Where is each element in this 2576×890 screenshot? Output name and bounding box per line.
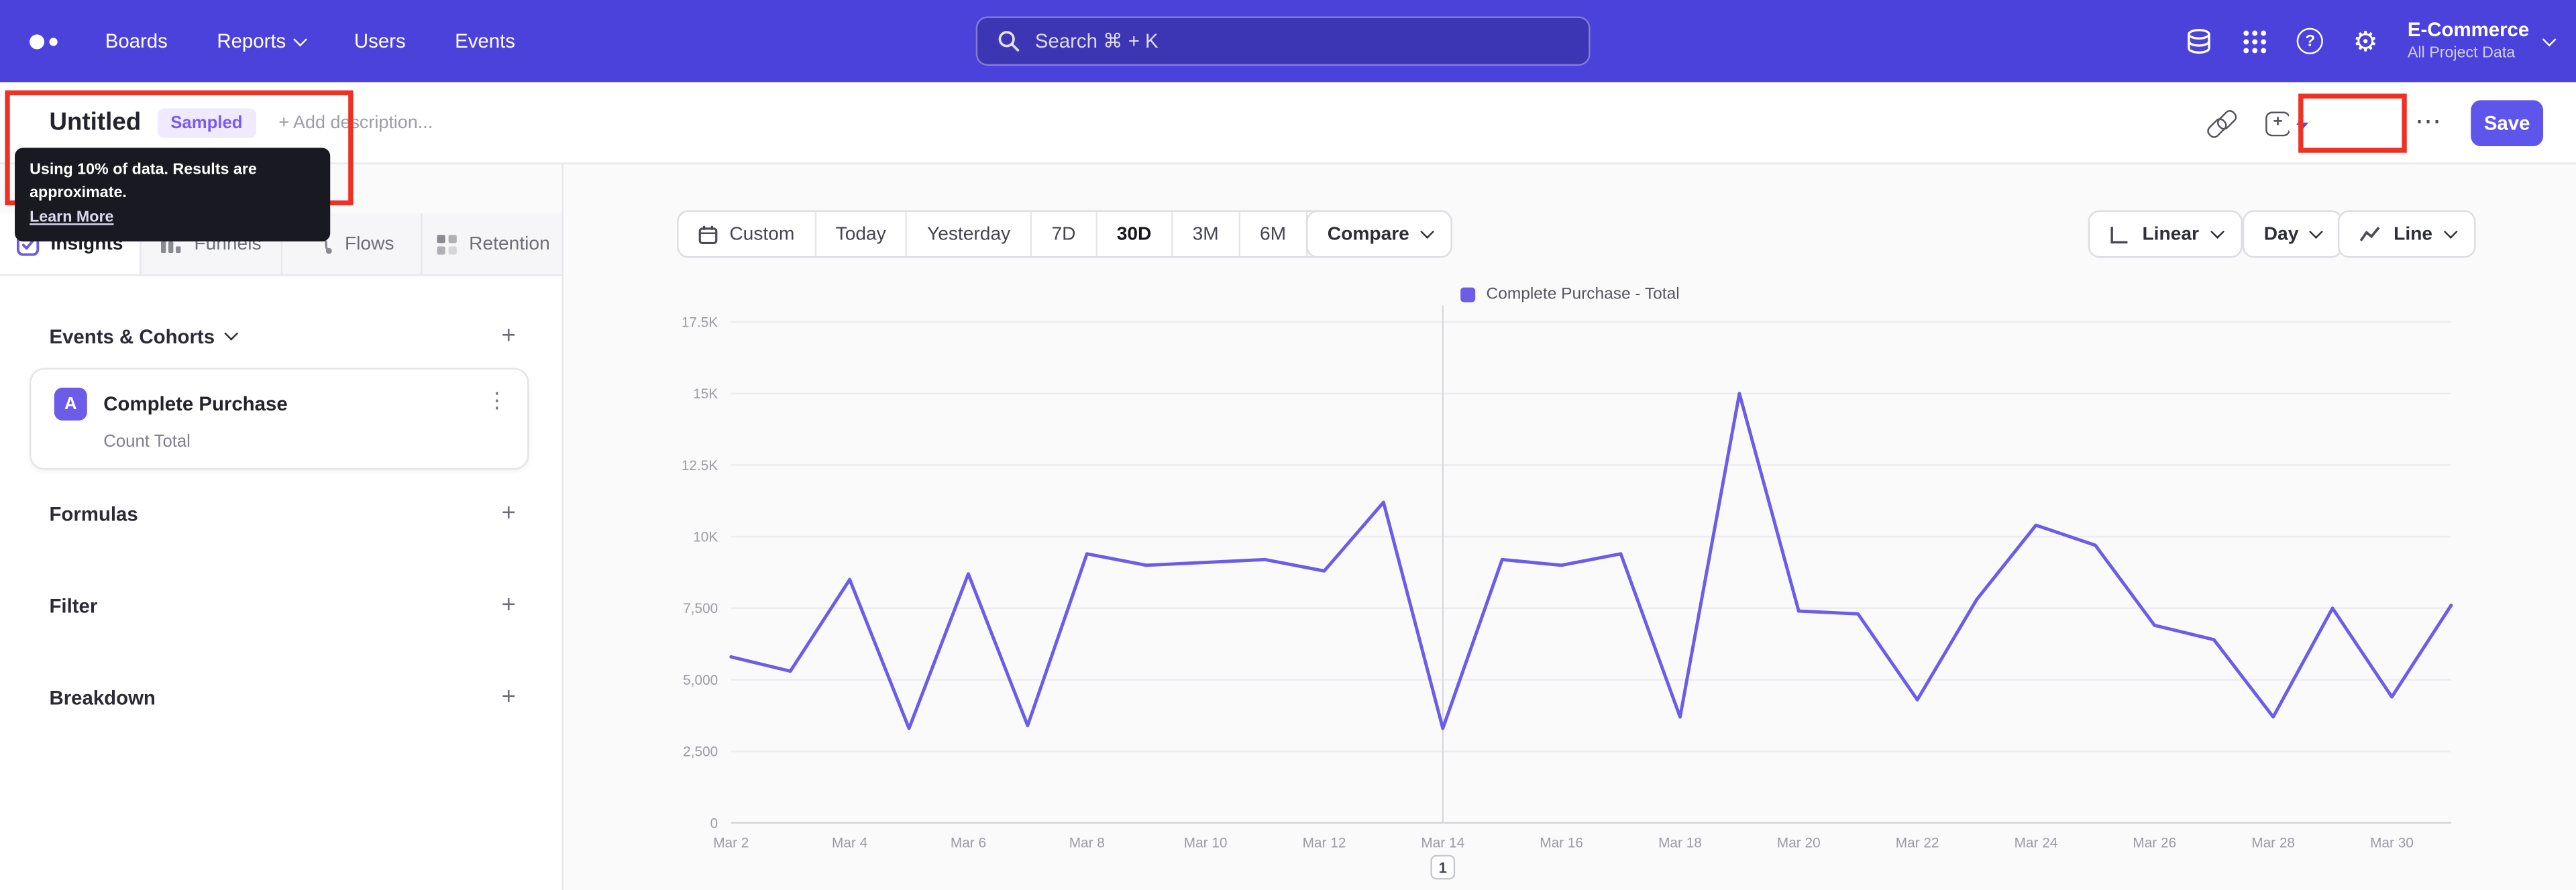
- chevron-down-icon: [2542, 32, 2555, 46]
- svg-text:Mar 4: Mar 4: [832, 836, 867, 851]
- chevron-down-icon: [224, 327, 237, 340]
- query-builder-sidebar: Insights Funnels Flows Retention Events …: [0, 164, 564, 890]
- svg-text:Mar 18: Mar 18: [1658, 836, 1702, 851]
- app: Boards Reports Users Events Search ⌘ + K: [0, 0, 2576, 890]
- annotation-badge-label: 1: [1439, 860, 1447, 877]
- svg-text:7,500: 7,500: [683, 601, 718, 616]
- nav-users[interactable]: Users: [354, 30, 406, 52]
- formulas-row: Formulas +: [49, 501, 516, 526]
- add-breakdown-button[interactable]: +: [502, 685, 516, 710]
- save-button[interactable]: Save: [2471, 100, 2544, 146]
- chart-panel: Custom Today Yesterday 7D 30D 3M 6M 12M …: [564, 164, 2576, 890]
- sampled-badge[interactable]: Sampled: [157, 107, 256, 137]
- event-name: Complete Purchase: [103, 392, 288, 416]
- sampling-tooltip-message: Using 10% of data. Results are approxima…: [30, 161, 257, 203]
- help-icon[interactable]: ?: [2297, 27, 2324, 54]
- svg-text:Mar 16: Mar 16: [1540, 836, 1583, 851]
- svg-text:Mar 28: Mar 28: [2251, 836, 2295, 851]
- event-card[interactable]: A Complete Purchase ⋮ Count Total: [30, 368, 529, 470]
- svg-text:0: 0: [710, 816, 718, 831]
- svg-text:17.5K: 17.5K: [682, 315, 718, 330]
- filter-row: Filter +: [49, 593, 516, 618]
- add-event-button[interactable]: +: [502, 323, 516, 348]
- data-management-icon[interactable]: [2186, 27, 2214, 55]
- more-options-icon[interactable]: ⋯: [2415, 109, 2441, 136]
- project-info: E-Commerce All Project Data: [2408, 18, 2529, 64]
- tab-flows-label: Flows: [344, 233, 394, 254]
- top-navigation-bar: Boards Reports Users Events Search ⌘ + K: [0, 0, 2576, 82]
- tab-retention[interactable]: Retention: [423, 213, 562, 274]
- report-title[interactable]: Untitled: [49, 109, 141, 137]
- logo-dot: [49, 37, 58, 46]
- events-cohorts-row: Events & Cohorts +: [49, 323, 516, 348]
- insights-line-chart[interactable]: 0 2,500 5,000 7,500 10K 12.5K 15K 17.5K Mar 2 Mar…: [564, 164, 2576, 890]
- svg-text:Mar 6: Mar 6: [951, 836, 986, 851]
- svg-text:Mar 12: Mar 12: [1303, 836, 1346, 851]
- lightning-bolt-icon: [2295, 114, 2308, 133]
- svg-text:Mar 30: Mar 30: [2370, 836, 2414, 851]
- tab-retention-label: Retention: [469, 233, 550, 254]
- svg-text:12.5K: 12.5K: [682, 458, 718, 474]
- chevron-down-icon: [294, 32, 307, 46]
- sampling-toggle-wrap: [2286, 93, 2407, 153]
- nav-events[interactable]: Events: [455, 30, 515, 52]
- project-switcher[interactable]: E-Commerce All Project Data: [2408, 18, 2555, 64]
- topbar-right-cluster: ? ⚙ E-Commerce All Project Data: [2186, 0, 2555, 82]
- primary-nav: Boards Reports Users Events: [105, 30, 515, 52]
- svg-text:10K: 10K: [693, 529, 718, 545]
- org-name: E-Commerce: [2407, 18, 2530, 42]
- svg-text:Mar 20: Mar 20: [1777, 836, 1821, 851]
- add-filter-button[interactable]: +: [502, 593, 516, 618]
- add-formula-button[interactable]: +: [502, 501, 516, 526]
- series-line[interactable]: [729, 392, 2453, 730]
- retention-icon: [436, 233, 456, 254]
- apps-grid-icon[interactable]: [2243, 29, 2267, 54]
- settings-gear-icon[interactable]: ⚙: [2353, 27, 2377, 55]
- svg-text:Mar 24: Mar 24: [2015, 836, 2058, 851]
- search-input[interactable]: Search ⌘ + K: [975, 16, 1591, 66]
- learn-more-link[interactable]: Learn More: [30, 208, 113, 226]
- logo-dot: [30, 34, 45, 49]
- svg-text:15K: 15K: [693, 386, 718, 402]
- svg-text:2,500: 2,500: [683, 744, 718, 760]
- event-aggregation[interactable]: Count Total: [103, 432, 191, 451]
- svg-text:Mar 14: Mar 14: [1421, 836, 1464, 851]
- mixpanel-logo[interactable]: [30, 34, 76, 49]
- formulas-label: Formulas: [49, 502, 138, 525]
- nav-reports[interactable]: Reports: [217, 30, 307, 53]
- svg-text:Mar 10: Mar 10: [1184, 836, 1228, 851]
- search-icon: [998, 31, 1020, 52]
- events-cohorts-label: Events & Cohorts: [49, 324, 215, 347]
- event-card-main: A Complete Purchase: [54, 387, 288, 421]
- svg-text:Mar 2: Mar 2: [713, 836, 749, 851]
- add-description-placeholder[interactable]: + Add description...: [278, 113, 433, 132]
- nav-boards[interactable]: Boards: [105, 30, 168, 52]
- project-name: All Project Data: [2407, 44, 2516, 62]
- report-header-actions: + ⋯ Save: [2206, 82, 2544, 164]
- svg-text:Mar 8: Mar 8: [1069, 836, 1105, 851]
- sampling-tooltip: Using 10% of data. Results are approxima…: [15, 148, 331, 241]
- event-options-kebab-icon[interactable]: ⋮: [486, 389, 508, 410]
- breakdown-row: Breakdown +: [49, 685, 516, 710]
- copy-link-icon[interactable]: [2206, 109, 2236, 138]
- search-placeholder: Search ⌘ + K: [1034, 30, 1159, 53]
- svg-text:5,000: 5,000: [683, 673, 718, 688]
- svg-text:Mar 22: Mar 22: [1896, 836, 1939, 851]
- breakdown-label: Breakdown: [49, 685, 156, 709]
- filter-label: Filter: [49, 594, 98, 617]
- svg-text:Mar 26: Mar 26: [2133, 836, 2176, 851]
- report-header: Untitled Sampled + Add description... + …: [0, 82, 2576, 164]
- event-avatar: A: [54, 387, 87, 421]
- nav-reports-label: Reports: [217, 30, 286, 53]
- events-cohorts-header[interactable]: Events & Cohorts: [49, 324, 237, 347]
- sampling-toggle-knob: [2286, 108, 2317, 138]
